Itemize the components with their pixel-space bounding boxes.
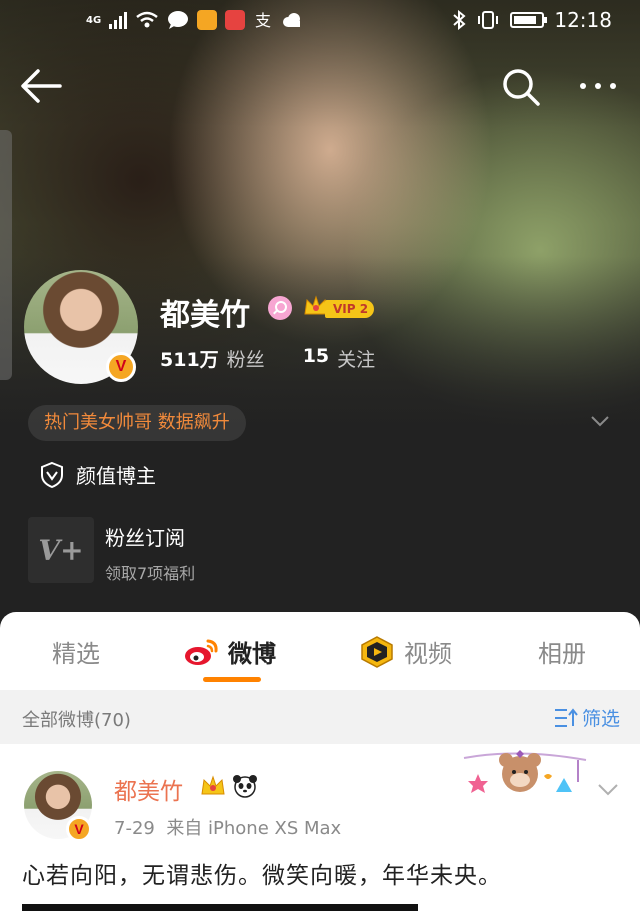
app-notification-icon	[197, 10, 218, 30]
post-date: 7-29	[114, 818, 155, 839]
post-meta: 7-29 来自 iPhone XS Max	[114, 814, 341, 840]
chevron-down-icon[interactable]	[596, 782, 620, 798]
filter-label: 筛选	[581, 708, 620, 730]
vibrate-icon	[478, 11, 499, 29]
tab-label: 视频	[404, 640, 452, 668]
chevron-down-icon[interactable]	[590, 414, 610, 428]
signal-icon	[109, 11, 128, 29]
status-bar: 4G 支 12:18	[0, 0, 640, 44]
verified-v-icon: V	[66, 816, 92, 842]
wifi-icon	[136, 11, 158, 28]
tab-featured[interactable]: 精选	[52, 634, 100, 669]
vip-level-badge[interactable]: VIP 2	[325, 300, 375, 318]
app-notification-icon	[225, 10, 246, 30]
verified-v-icon: V	[106, 352, 136, 382]
search-icon[interactable]	[500, 66, 542, 108]
profile-name: 都美竹	[160, 298, 250, 333]
vplus-logo-icon[interactable]: V+	[28, 517, 94, 583]
post-author[interactable]: 都美竹	[114, 772, 183, 806]
battery-icon	[510, 12, 548, 28]
more-dots-icon[interactable]	[576, 74, 620, 98]
filter-icon	[554, 707, 578, 727]
bluetooth-icon	[453, 10, 466, 30]
network-type: 4G	[86, 14, 102, 26]
post-text: 心若向阳，无谓悲伤。微笑向暖，年华未央。	[22, 863, 502, 889]
followers-count[interactable]: 511万	[160, 345, 219, 372]
subscription-desc[interactable]: 领取7项福利	[105, 560, 195, 584]
tab-label: 相册	[538, 640, 586, 668]
tab-album[interactable]: 相册	[538, 634, 586, 669]
post-count-label: 全部微博(70)	[22, 710, 131, 731]
profile-tabs: 精选 微博 视频 相册	[0, 612, 640, 690]
panda-badge-icon	[233, 775, 257, 798]
post-image[interactable]	[22, 904, 418, 911]
content-sheet: 精选 微博 视频 相册 全部微博(70) 筛选 V 都美竹 7-29 来自 iP…	[0, 612, 640, 911]
filter-button[interactable]: 筛选	[554, 704, 620, 731]
edge-handle[interactable]	[0, 130, 12, 380]
female-gender-icon	[268, 296, 292, 320]
cloud-icon	[283, 13, 301, 27]
filter-bar: 全部微博(70) 筛选	[0, 690, 640, 744]
certification-row[interactable]: 颜值博主	[40, 460, 156, 489]
following-count[interactable]: 15	[303, 345, 329, 372]
alipay-icon: 支	[255, 11, 271, 30]
active-tab-indicator	[203, 677, 261, 682]
shield-v-icon	[41, 461, 63, 488]
profile-stats: 511万 粉丝 15 关注	[160, 345, 375, 372]
back-arrow-icon[interactable]	[20, 68, 62, 104]
certification-label: 颜值博主	[76, 464, 156, 488]
card-decoration-icon	[463, 750, 587, 793]
following-label[interactable]: 关注	[337, 345, 375, 372]
followers-label[interactable]: 粉丝	[227, 345, 265, 372]
svg-text:支: 支	[255, 11, 271, 30]
weibo-logo-icon	[185, 639, 218, 665]
subscription-title[interactable]: 粉丝订阅	[105, 522, 185, 551]
tab-label: 精选	[52, 640, 100, 668]
vip-crown-icon	[201, 775, 225, 795]
tab-video[interactable]: 视频	[358, 634, 452, 669]
tab-weibo[interactable]: 微博	[184, 634, 276, 669]
post-source: 来自 iPhone XS Max	[166, 818, 342, 839]
clock: 12:18	[554, 8, 612, 32]
hot-trend-tag[interactable]: 热门美女帅哥 数据飙升	[28, 405, 246, 441]
tab-label: 微博	[228, 640, 276, 668]
weibo-post[interactable]: V 都美竹 7-29 来自 iPhone XS Max 心若向阳，无谓悲伤。微笑…	[0, 744, 640, 911]
video-badge-icon	[361, 635, 393, 668]
chat-icon	[168, 11, 189, 29]
